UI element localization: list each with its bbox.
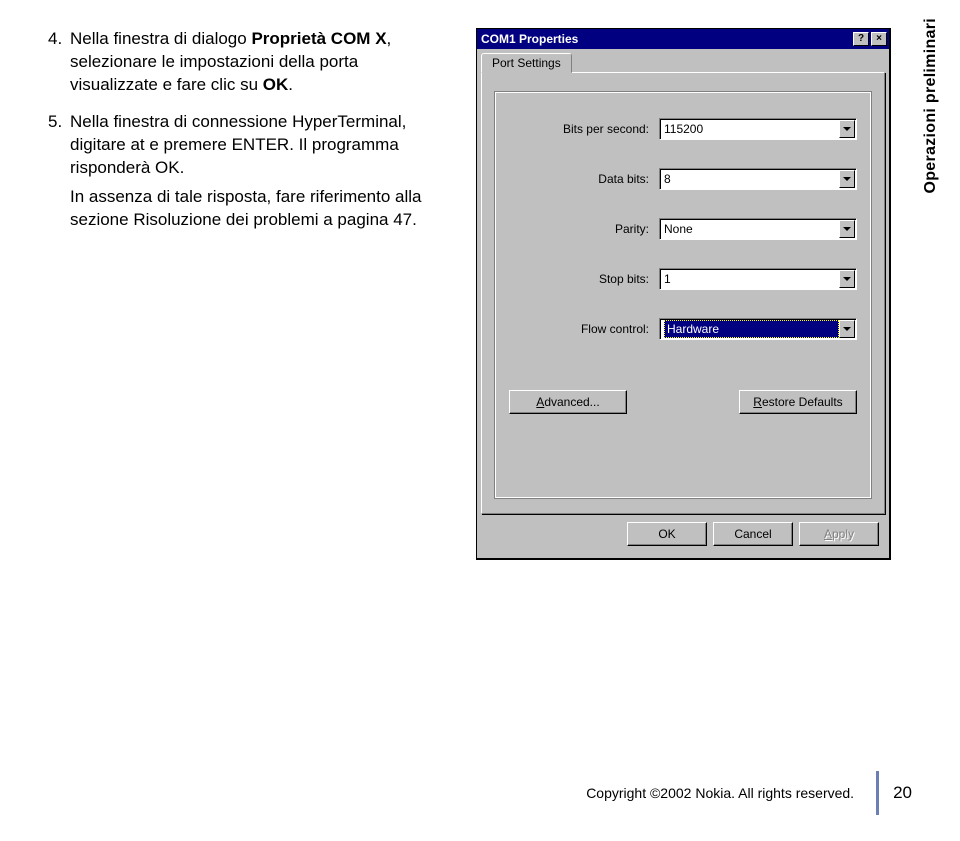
chevron-down-icon[interactable] (839, 220, 855, 238)
data-bits-label: Data bits: (509, 172, 659, 186)
parity-label: Parity: (509, 222, 659, 236)
copyright-text: Copyright ©2002 Nokia. All rights reserv… (586, 785, 854, 801)
window-title: COM1 Properties (481, 32, 853, 46)
step4-text: Nella finestra di dialogo Proprietà COM … (70, 28, 448, 97)
chevron-down-icon[interactable] (839, 170, 855, 188)
bits-per-second-label: Bits per second: (509, 122, 659, 136)
stop-bits-label: Stop bits: (509, 272, 659, 286)
parity-dropdown[interactable]: None (659, 218, 857, 240)
help-icon[interactable]: ? (853, 32, 869, 46)
advanced-button[interactable]: Advanced... (509, 390, 627, 414)
chevron-down-icon[interactable] (839, 120, 855, 138)
cancel-button[interactable]: Cancel (713, 522, 793, 546)
section-side-label: Operazioni preliminari (922, 18, 940, 194)
title-bar[interactable]: COM1 Properties ? × (477, 29, 889, 49)
instruction-column: 4. Nella finestra di dialogo Proprietà C… (48, 28, 448, 560)
close-icon[interactable]: × (871, 32, 887, 46)
chevron-down-icon[interactable] (839, 320, 855, 338)
step-number: 5. (48, 111, 70, 180)
footer-divider (876, 771, 879, 815)
flow-control-label: Flow control: (509, 322, 659, 336)
chevron-down-icon[interactable] (839, 270, 855, 288)
tab-page: Bits per second: 115200 Data bits: 8 (481, 72, 885, 514)
step5-text: Nella finestra di connessione HyperTermi… (70, 111, 448, 180)
restore-defaults-button[interactable]: Restore Defaults (739, 390, 857, 414)
page-footer: Copyright ©2002 Nokia. All rights reserv… (586, 771, 912, 815)
settings-group: Bits per second: 115200 Data bits: 8 (494, 91, 872, 499)
step5-note: In assenza di tale risposta, fare riferi… (70, 186, 448, 232)
apply-button: Apply (799, 522, 879, 546)
ok-button[interactable]: OK (627, 522, 707, 546)
data-bits-dropdown[interactable]: 8 (659, 168, 857, 190)
step-number: 4. (48, 28, 70, 97)
com-properties-dialog: COM1 Properties ? × Port Settings Bits p… (476, 28, 891, 560)
stop-bits-dropdown[interactable]: 1 (659, 268, 857, 290)
bits-per-second-dropdown[interactable]: 115200 (659, 118, 857, 140)
page-number: 20 (893, 783, 912, 803)
tab-port-settings[interactable]: Port Settings (481, 53, 572, 73)
flow-control-dropdown[interactable]: Hardware (659, 318, 857, 340)
